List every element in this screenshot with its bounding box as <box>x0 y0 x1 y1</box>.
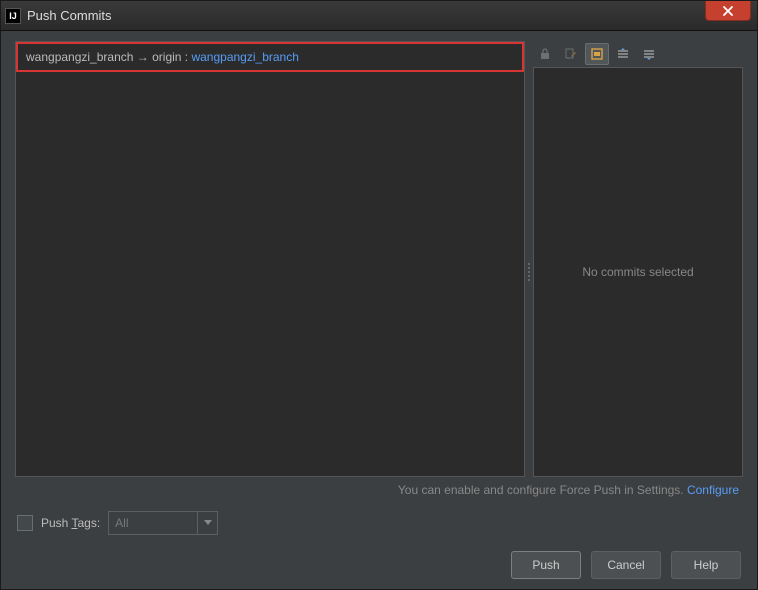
splitter-handle[interactable] <box>528 263 530 281</box>
hint-text: You can enable and configure Force Push … <box>398 483 687 497</box>
help-button[interactable]: Help <box>671 551 741 579</box>
toolbar-wrap-button[interactable] <box>585 43 609 65</box>
expand-icon <box>616 47 630 61</box>
push-tags-combo[interactable]: All <box>108 511 218 535</box>
toolbar-expand-button[interactable] <box>611 43 635 65</box>
push-commits-dialog: IJ Push Commits wangpangzi_branch → orig… <box>0 0 758 590</box>
titlebar[interactable]: IJ Push Commits <box>1 1 757 31</box>
branch-mapping-row[interactable]: wangpangzi_branch → origin : wangpangzi_… <box>16 42 524 72</box>
lock-icon <box>538 47 552 61</box>
dialog-content: wangpangzi_branch → origin : wangpangzi_… <box>1 31 757 589</box>
combo-value: All <box>115 516 128 530</box>
close-icon <box>722 5 734 17</box>
collapse-icon <box>642 47 656 61</box>
app-icon: IJ <box>5 8 21 24</box>
main-area: wangpangzi_branch → origin : wangpangzi_… <box>15 41 743 477</box>
cancel-button[interactable]: Cancel <box>591 551 661 579</box>
diff-toolbar <box>533 41 743 67</box>
push-tags-label[interactable]: Push Tags: <box>41 516 100 530</box>
combo-arrow[interactable] <box>197 512 217 534</box>
local-branch-label: wangpangzi_branch <box>26 50 133 64</box>
options-row: Push Tags: All <box>15 507 743 547</box>
close-button[interactable] <box>705 1 751 21</box>
empty-state-text: No commits selected <box>582 265 693 279</box>
right-column: No commits selected <box>533 41 743 477</box>
configure-link[interactable]: Configure <box>687 483 739 497</box>
push-tags-checkbox[interactable] <box>17 515 33 531</box>
edit-icon <box>564 47 578 61</box>
diff-preview-panel[interactable]: No commits selected <box>533 67 743 477</box>
push-button[interactable]: Push <box>511 551 581 579</box>
remote-prefix: origin : <box>152 50 191 64</box>
toolbar-collapse-button[interactable] <box>637 43 661 65</box>
dialog-buttons: Push Cancel Help <box>15 547 743 579</box>
chevron-down-icon <box>204 520 212 526</box>
remote-branch-link[interactable]: wangpangzi_branch <box>191 50 298 64</box>
window-title: Push Commits <box>27 8 112 23</box>
arrow-icon: → <box>137 50 149 64</box>
force-push-hint: You can enable and configure Force Push … <box>15 477 743 507</box>
commits-tree-panel[interactable]: wangpangzi_branch → origin : wangpangzi_… <box>15 41 525 477</box>
wrap-icon <box>590 47 604 61</box>
toolbar-lock-button[interactable] <box>533 43 557 65</box>
toolbar-edit-button[interactable] <box>559 43 583 65</box>
